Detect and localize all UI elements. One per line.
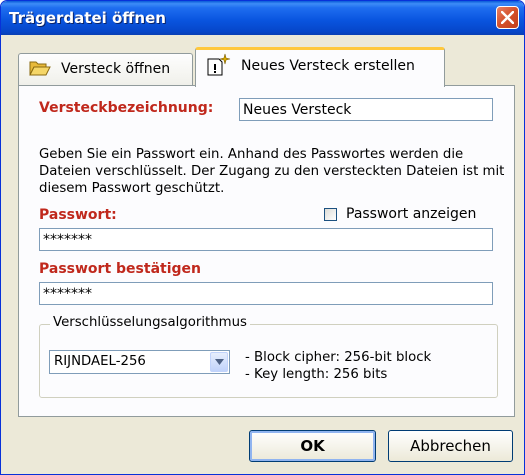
new-document-icon bbox=[207, 53, 231, 76]
tab-neues-versteck[interactable]: Neues Versteck erstellen bbox=[195, 47, 445, 87]
password-label: Passwort: bbox=[39, 207, 117, 223]
name-input[interactable] bbox=[239, 98, 493, 121]
block-cipher-info: - Block cipher: 256-bit block bbox=[245, 350, 432, 365]
close-button[interactable] bbox=[496, 6, 519, 29]
window-title: Trägerdatei öffnen bbox=[9, 9, 166, 27]
dropdown-button[interactable] bbox=[210, 352, 228, 372]
confirm-password-label: Passwort bestätigen bbox=[39, 261, 201, 277]
tab-label: Versteck öffnen bbox=[61, 61, 171, 77]
folder-open-icon bbox=[29, 61, 51, 76]
title-bar[interactable]: Trägerdatei öffnen bbox=[1, 1, 524, 35]
tab-versteck-oeffnen[interactable]: Versteck öffnen bbox=[18, 53, 193, 85]
confirm-password-input[interactable] bbox=[39, 282, 493, 305]
password-input[interactable] bbox=[39, 228, 493, 251]
chevron-down-icon bbox=[215, 359, 224, 365]
dialog-window: Trägerdatei öffnen Versteck öffnen Neues… bbox=[0, 0, 525, 475]
close-icon bbox=[501, 11, 514, 24]
cancel-button[interactable]: Abbrechen bbox=[388, 430, 513, 462]
name-label: Versteckbezeichnung: bbox=[39, 100, 214, 116]
description-text: Geben Sie ein Passwort ein. Anhand des P… bbox=[39, 147, 505, 196]
dialog-body: Versteck öffnen Neues Versteck erstellen… bbox=[4, 35, 520, 472]
show-password-label: Passwort anzeigen bbox=[346, 206, 477, 222]
tab-label: Neues Versteck erstellen bbox=[241, 58, 415, 74]
algorithm-value: RIJNDAEL-256 bbox=[54, 354, 146, 369]
encryption-group-title: Verschlüsselungsalgorithmus bbox=[50, 315, 250, 330]
checkbox-box[interactable] bbox=[324, 208, 337, 221]
algorithm-select[interactable]: RIJNDAEL-256 bbox=[49, 350, 230, 374]
encryption-groupbox: Verschlüsselungsalgorithmus RIJNDAEL-256… bbox=[39, 315, 498, 398]
tab-panel-new: Versteckbezeichnung: Geben Sie ein Passw… bbox=[18, 85, 515, 417]
key-length-info: - Key length: 256 bits bbox=[245, 367, 388, 382]
ok-button[interactable]: OK bbox=[249, 430, 376, 462]
